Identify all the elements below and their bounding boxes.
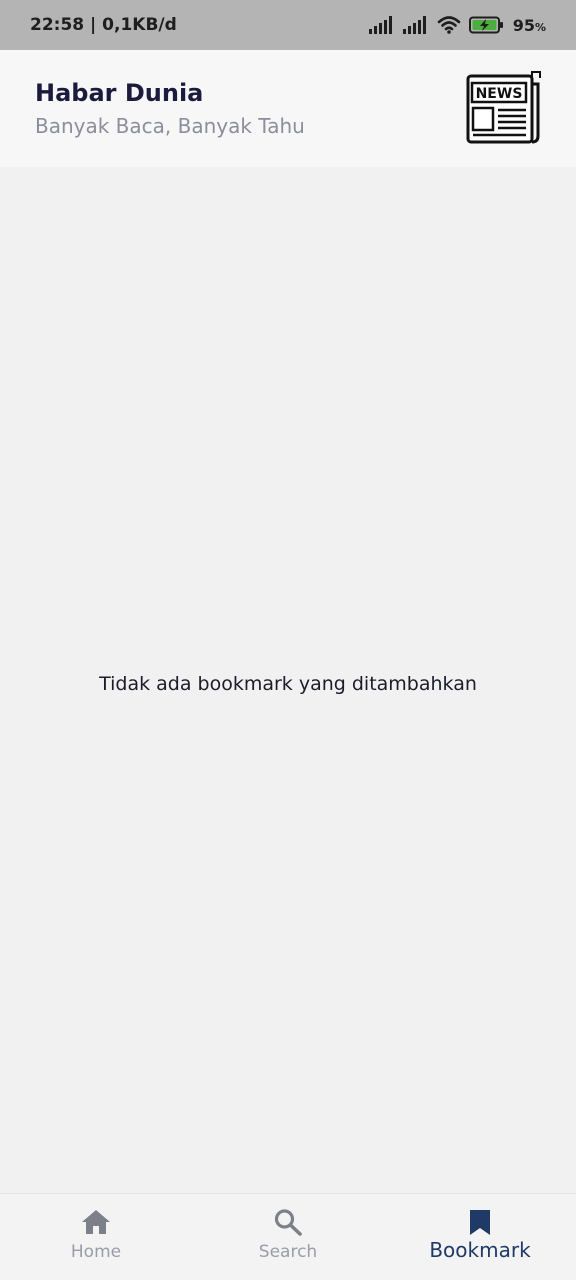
wifi-icon [437,16,461,34]
home-icon [81,1208,111,1236]
newspaper-icon: NEWS [466,70,542,146]
search-icon [273,1208,303,1236]
empty-state-message: Tidak ada bookmark yang ditambahkan [99,673,477,695]
battery-percent: 95% [512,15,546,35]
battery-charging-icon [468,16,505,34]
bookmark-icon [465,1208,495,1236]
nav-label-search: Search [258,1242,318,1262]
nav-label-home: Home [70,1242,122,1262]
status-bar: 22:58 | 0,1KB/d 95% [0,0,576,50]
bottom-nav: Home Search Bookmark [0,1193,576,1280]
nav-label-bookmark: Bookmark [429,1238,531,1262]
nav-item-search[interactable]: Search [192,1194,384,1280]
app-header: Habar Dunia Banyak Baca, Banyak Tahu NEW… [0,50,576,167]
signal-icon [402,16,429,34]
nav-item-home[interactable]: Home [0,1194,192,1280]
bookmark-list: Tidak ada bookmark yang ditambahkan [0,167,576,1193]
page-subtitle: Banyak Baca, Banyak Tahu [35,114,305,138]
logo-text: NEWS [476,86,523,102]
page-title: Habar Dunia [35,79,204,107]
nav-item-bookmark[interactable]: Bookmark [384,1194,576,1280]
status-icons: 95% [368,15,546,35]
signal-icon [368,16,395,34]
status-time-speed: 22:58 | 0,1KB/d [30,15,177,35]
